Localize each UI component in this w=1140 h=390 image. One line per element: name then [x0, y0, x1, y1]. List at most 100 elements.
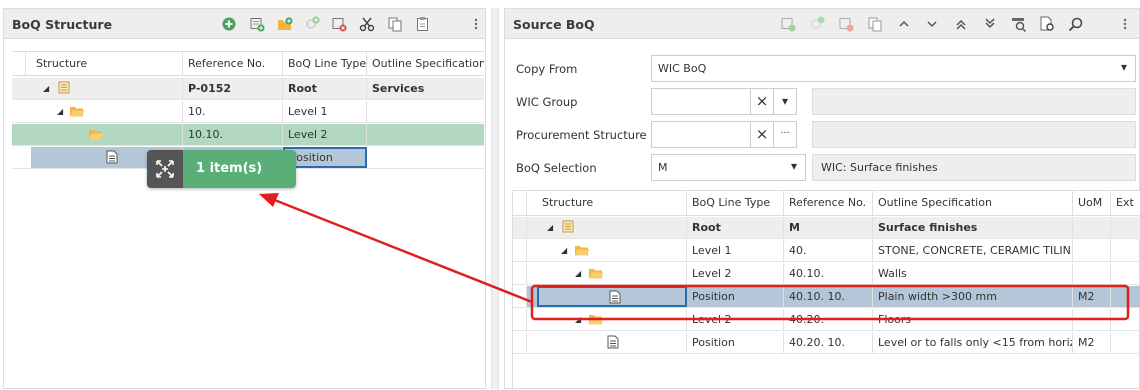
- wic-group-description: [812, 88, 1136, 115]
- outline-cell: [367, 124, 484, 145]
- table-row[interactable]: ◢ 10. Level 1: [12, 101, 484, 123]
- reference-cell: 10.10.: [183, 124, 283, 145]
- splitter[interactable]: [491, 8, 499, 389]
- row-indicator-header: [12, 52, 26, 75]
- row-indicator: [513, 286, 527, 307]
- collapse-icon[interactable]: ◢: [575, 263, 581, 284]
- paste-icon[interactable]: [415, 16, 431, 32]
- outline-cell: Level or to falls only <15 from horiz...: [873, 332, 1073, 353]
- chevron-down-icon[interactable]: ▾: [773, 88, 797, 115]
- new-folder-icon[interactable]: [277, 16, 293, 32]
- clear-icon[interactable]: ×: [750, 121, 774, 148]
- table-row[interactable]: ◢ Level 1 40. STONE, CONCRETE, CERAMIC T…: [513, 240, 1140, 262]
- structure-cell: ◢: [537, 217, 687, 238]
- outline-cell: [367, 101, 484, 122]
- col-boq-line-type[interactable]: BoQ Line Type: [283, 52, 367, 75]
- line-type-cell: Position: [687, 286, 784, 307]
- copy-from-select[interactable]: WIC BoQ ▾: [651, 55, 1136, 82]
- more-icon[interactable]: [468, 16, 484, 32]
- double-down-icon[interactable]: [982, 16, 998, 32]
- delete-record-icon[interactable]: [838, 16, 854, 32]
- reference-cell: 40.: [784, 240, 873, 261]
- collapse-icon[interactable]: ◢: [43, 78, 49, 99]
- line-type-cell: Position: [687, 332, 784, 353]
- more-icon[interactable]: [1117, 16, 1133, 32]
- col-reference-no[interactable]: Reference No.: [784, 191, 873, 215]
- ext-cell: [1111, 217, 1140, 238]
- table-row[interactable]: ◢ Level 2 40.10. Walls: [513, 263, 1140, 285]
- row-indicator: [513, 240, 527, 261]
- settings-icon[interactable]: [1039, 16, 1055, 32]
- copy-from-label: Copy From: [516, 62, 578, 76]
- collapse-icon[interactable]: ◢: [561, 240, 567, 261]
- collapse-icon[interactable]: ◢: [547, 217, 553, 238]
- col-uom[interactable]: UoM: [1073, 191, 1111, 215]
- structure-cell: ◢: [31, 101, 183, 122]
- position-doc-icon: [609, 290, 621, 304]
- boq-selection-select[interactable]: M ▾: [651, 154, 806, 181]
- structure-cell: ◢: [537, 309, 687, 330]
- boq-selection-value: M: [658, 161, 668, 174]
- ellipsis-icon[interactable]: ···: [773, 121, 797, 148]
- line-type-cell: Level 2: [687, 309, 784, 330]
- new-sub-icon[interactable]: [809, 16, 825, 32]
- panel-header: Source BoQ: [505, 9, 1139, 39]
- collapse-icon[interactable]: ◢: [57, 101, 63, 122]
- copy-icon[interactable]: [867, 16, 883, 32]
- col-boq-line-type[interactable]: BoQ Line Type: [687, 191, 784, 215]
- folder-open-icon: [70, 107, 85, 117]
- line-type-cell: Level 1: [687, 240, 784, 261]
- table-row[interactable]: Position 40.20. 10. Level or to falls on…: [513, 332, 1140, 354]
- table-row-level2[interactable]: 10.10. Level 2: [12, 124, 484, 146]
- uom-cell: [1073, 263, 1111, 284]
- structure-cell-focused[interactable]: [537, 286, 687, 307]
- col-structure[interactable]: Structure: [31, 52, 183, 75]
- chevron-down-icon[interactable]: ▾: [791, 159, 797, 173]
- delete-record-icon[interactable]: [331, 16, 347, 32]
- col-structure[interactable]: Structure: [537, 191, 687, 215]
- position-doc-icon: [607, 335, 619, 349]
- uom-cell: [1073, 217, 1111, 238]
- row-indicator-header: [513, 191, 527, 215]
- chevron-up-icon[interactable]: [896, 16, 912, 32]
- col-outline-spec[interactable]: Outline Specification: [873, 191, 1073, 215]
- double-up-icon[interactable]: [953, 16, 969, 32]
- filter-icon[interactable]: [1011, 16, 1027, 32]
- col-ext[interactable]: Ext: [1111, 191, 1140, 215]
- ext-cell: [1111, 309, 1140, 330]
- folder-open-icon: [89, 130, 104, 140]
- cut-icon[interactable]: [359, 16, 375, 32]
- chevron-down-icon[interactable]: [924, 16, 940, 32]
- table-row[interactable]: ◢ Root M Surface finishes: [513, 217, 1140, 239]
- ext-cell: [1111, 240, 1140, 261]
- new-record-icon[interactable]: [249, 16, 265, 32]
- line-type-cell: Level 1: [283, 101, 367, 122]
- boq-root-icon: [562, 220, 574, 233]
- copy-icon[interactable]: [387, 16, 403, 32]
- col-outline-spec[interactable]: Outline Specification: [367, 52, 484, 75]
- line-type-cell: Root: [687, 217, 784, 238]
- outline-cell: Plain width >300 mm: [873, 286, 1073, 307]
- chevron-down-icon[interactable]: ▾: [1121, 60, 1127, 74]
- table-row[interactable]: ◢ P-0152 Root Services: [12, 78, 484, 100]
- new-sub-icon[interactable]: [304, 16, 320, 32]
- collapse-icon[interactable]: ◢: [575, 309, 581, 330]
- table-row-selected[interactable]: Position 40.10. 10. Plain width >300 mm …: [513, 286, 1140, 308]
- folder-open-icon: [575, 246, 590, 256]
- procurement-structure-input[interactable]: [651, 121, 751, 148]
- ext-cell: [1111, 286, 1140, 307]
- new-record-icon[interactable]: [780, 16, 796, 32]
- folder-open-icon: [589, 269, 604, 279]
- grid-header: Structure Reference No. BoQ Line Type Ou…: [12, 51, 484, 76]
- search-icon[interactable]: [1068, 16, 1084, 32]
- clear-icon[interactable]: ×: [750, 88, 774, 115]
- table-row[interactable]: ◢ Level 2 40.20. Floors: [513, 309, 1140, 331]
- wic-group-input[interactable]: [651, 88, 751, 115]
- folder-open-icon: [589, 315, 604, 325]
- col-reference-no[interactable]: Reference No.: [183, 52, 283, 75]
- ext-cell: [1111, 263, 1140, 284]
- outline-cell: STONE, CONCRETE, CERAMIC TILIN...: [873, 240, 1073, 261]
- ext-cell: [1111, 332, 1140, 353]
- add-circle-icon[interactable]: [221, 16, 237, 32]
- boq-selection-description: WIC: Surface finishes: [812, 154, 1136, 181]
